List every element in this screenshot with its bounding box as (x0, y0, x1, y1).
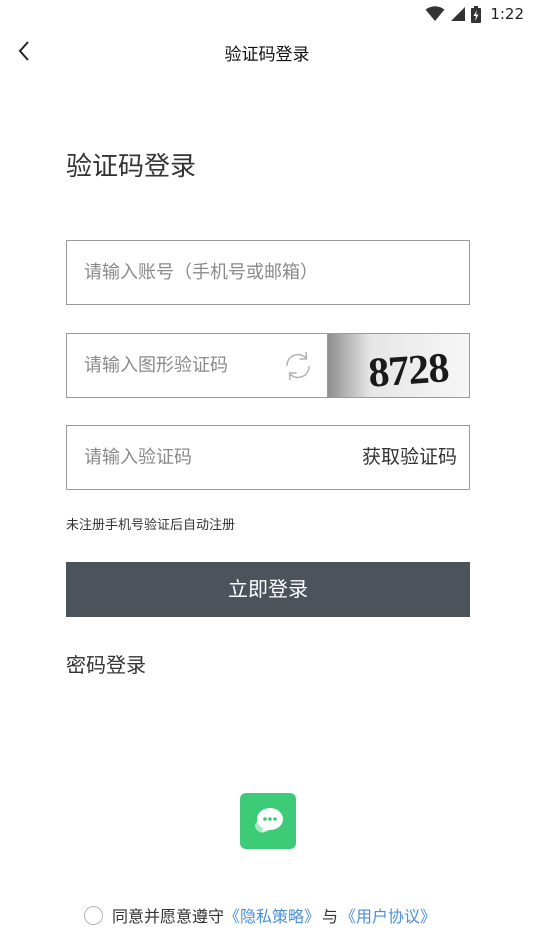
privacy-policy-link[interactable]: 《隐私策略》 (224, 903, 320, 927)
captcha-input[interactable] (67, 334, 267, 397)
cellular-signal-icon (451, 7, 466, 21)
agree-checkbox[interactable] (84, 905, 103, 925)
captcha-field: 8728 (66, 333, 470, 398)
captcha-image[interactable]: 8728 (327, 334, 469, 397)
status-icons: 1:22 (425, 4, 524, 24)
captcha-text: 8728 (367, 345, 450, 396)
agreement-prefix: 同意并愿意遵守 (112, 907, 225, 926)
wechat-login-button[interactable] (240, 793, 296, 849)
agreement: 同意并愿意遵守 《隐私策略》 与 《用户协议》 (84, 903, 436, 927)
nav-title: 验证码登录 (224, 45, 310, 65)
page-title: 验证码登录 (66, 152, 197, 182)
agreement-and: 与 (322, 907, 339, 926)
user-agreement-link[interactable]: 《用户协议》 (340, 903, 436, 927)
password-login-link[interactable]: 密码登录 (66, 649, 146, 678)
login-button[interactable]: 立即登录 (66, 562, 470, 617)
register-hint: 未注册手机号验证后自动注册 (66, 518, 236, 533)
account-field (66, 240, 470, 305)
status-time: 1:22 (490, 5, 524, 23)
wechat-icon (255, 808, 283, 833)
wifi-icon (425, 6, 445, 21)
sms-code-field: 获取验证码 (66, 425, 470, 490)
nav-bar: 验证码登录 (0, 28, 534, 74)
get-code-button[interactable]: 获取验证码 (362, 426, 457, 489)
battery-charging-icon (471, 5, 482, 23)
status-bar: 1:22 (0, 0, 534, 28)
sms-code-input[interactable] (67, 426, 327, 489)
account-input[interactable] (67, 241, 469, 304)
refresh-icon[interactable] (281, 349, 315, 383)
